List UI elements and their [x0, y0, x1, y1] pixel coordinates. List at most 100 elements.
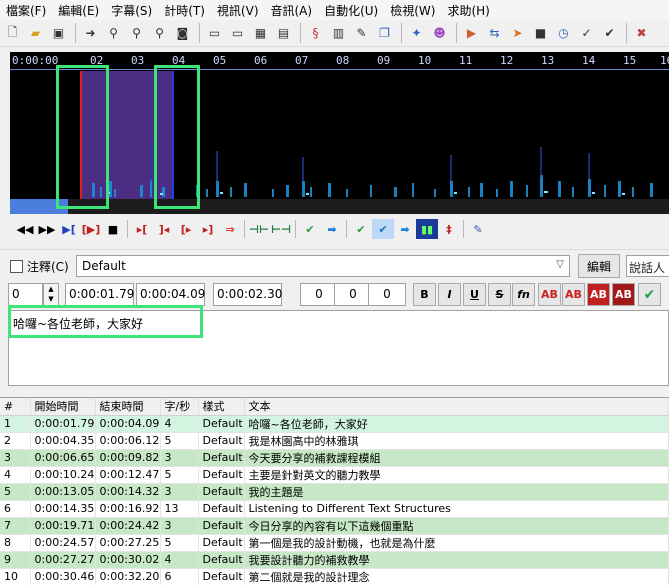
join-icon[interactable]: ⊢⊣ [270, 219, 292, 239]
strikeout-button[interactable]: S [488, 283, 511, 306]
forward-icon[interactable]: ▶▶ [36, 219, 58, 239]
save-icon[interactable]: ▣ [48, 23, 69, 44]
menu-subtitle[interactable]: 字幕(S) [105, 2, 158, 19]
attach-icon[interactable]: ✎ [351, 23, 372, 44]
new-file-icon[interactable]: 🗋 [2, 23, 23, 44]
tools-icon[interactable]: ✖ [631, 23, 652, 44]
row-cps: 4 [160, 415, 199, 433]
play-after-icon[interactable]: ▸] [197, 219, 219, 239]
video-grid-icon[interactable]: ▦ [250, 23, 271, 44]
shift-start-icon[interactable]: ⊣⊢ [248, 219, 270, 239]
fonts-icon[interactable]: ❐ [374, 23, 395, 44]
fish-icon[interactable]: ➤ [507, 23, 528, 44]
start-time-field[interactable]: 0:00:01.79 [65, 283, 134, 306]
primary-color-button[interactable]: AB [538, 283, 561, 306]
shadow-color-button[interactable]: AB [612, 283, 635, 306]
layer-field[interactable]: 0 [8, 283, 43, 306]
margin-vertical-field[interactable]: 0 [368, 283, 406, 306]
ruler-label: 14 [582, 54, 596, 67]
arrow-right-icon[interactable]: ➜ [80, 23, 101, 44]
spectrum-icon[interactable]: ▮▮ [416, 219, 438, 239]
goto-icon[interactable]: ◙ [172, 23, 193, 44]
commit-check-icon[interactable]: ✔ [638, 283, 661, 306]
menu-edit[interactable]: 編輯(E) [52, 2, 105, 19]
set-end-icon[interactable]: ]◂ [153, 219, 175, 239]
play-before-icon[interactable]: [▸ [175, 219, 197, 239]
menu-automation[interactable]: 自動化(U) [318, 2, 384, 19]
col-header-number[interactable]: # [0, 398, 31, 416]
table-row[interactable]: 4 0:00:10.24 0:00:12.47 5 Default 主要是針對英… [0, 466, 669, 484]
secondary-color-button[interactable]: AB [562, 283, 585, 306]
col-header-start[interactable]: 開始時間 [30, 398, 96, 416]
table-row[interactable]: 3 0:00:06.65 0:00:09.82 3 Default 今天要分享的… [0, 449, 669, 467]
duration-field[interactable]: 0:00:02.30 [213, 283, 282, 306]
row-style: Default [198, 551, 245, 569]
table-row[interactable]: 6 0:00:14.35 0:00:16.92 13 Default Liste… [0, 500, 669, 518]
clock-icon[interactable]: ◷ [553, 23, 574, 44]
table-row[interactable]: 5 0:00:13.05 0:00:14.32 3 Default 我的主題是 [0, 483, 669, 501]
col-header-text[interactable]: 文本 [244, 398, 669, 416]
auto-next-icon[interactable]: ➡ [394, 219, 416, 239]
style-dropdown[interactable]: Default ▽ [76, 255, 570, 277]
margin-left-field[interactable]: 0 [300, 283, 338, 306]
automation-icon[interactable]: ✦ [406, 23, 427, 44]
find-icon[interactable]: ⚲ [103, 23, 124, 44]
next-icon[interactable]: ➡ [321, 219, 343, 239]
menu-audio[interactable]: 音訊(A) [265, 2, 319, 19]
film-icon[interactable]: ▤ [273, 23, 294, 44]
italic-button[interactable]: I [438, 283, 461, 306]
bold-button[interactable]: B [413, 283, 436, 306]
stop-icon[interactable]: ■ [530, 23, 551, 44]
table-row[interactable]: 9 0:00:27.27 0:00:30.02 4 Default 我要設計聽力… [0, 551, 669, 569]
shift-times-icon[interactable]: ⇆ [484, 23, 505, 44]
col-header-end[interactable]: 結束時間 [95, 398, 161, 416]
monitor-icon[interactable]: ▭ [204, 23, 225, 44]
play-video-icon[interactable]: ▶ [461, 23, 482, 44]
pencil-icon[interactable]: ✎ [467, 219, 489, 239]
play-selection-icon[interactable]: [▶] [80, 219, 102, 239]
menu-timing[interactable]: 計時(T) [158, 2, 211, 19]
edit-style-button[interactable]: 編輯 [578, 254, 620, 278]
col-header-cps[interactable]: 字/秒 [160, 398, 199, 416]
menu-view[interactable]: 檢視(W) [384, 2, 441, 19]
next-line-icon[interactable]: ⇒ [219, 219, 241, 239]
spellcheck-icon[interactable]: ✓ [576, 23, 597, 44]
table-row[interactable]: 10 0:00:30.46 0:00:32.20 6 Default 第二個就是… [0, 568, 669, 585]
table-row[interactable]: 2 0:00:04.35 0:00:06.12 5 Default 我是林園高中… [0, 432, 669, 450]
find-next-icon[interactable]: ⚲ [126, 23, 147, 44]
set-start-icon[interactable]: ▸[ [131, 219, 153, 239]
properties-icon[interactable]: ▥ [328, 23, 349, 44]
monitor-icon[interactable]: ▭ [227, 23, 248, 44]
menu-help[interactable]: 求助(H) [441, 2, 495, 19]
outline-color-button[interactable]: AB [587, 283, 610, 306]
main-toolbar: 🗋 ▰ ▣ ➜ ⚲ ⚲ ⚲ ◙ ▭ ▭ ▦ ▤ § ▥ ✎ ❐ ✦ ☻ ▶ ⇆ … [0, 20, 669, 47]
table-row[interactable]: 8 0:00:24.57 0:00:27.25 5 Default 第一個是我的… [0, 534, 669, 552]
commit-icon[interactable]: ✔ [299, 219, 321, 239]
stop-icon[interactable]: ■ [102, 219, 124, 239]
row-start: 0:00:04.35 [30, 432, 96, 450]
actor-field[interactable]: 說話人 [626, 255, 669, 277]
auto-commit-active-icon[interactable]: ✔ [372, 219, 394, 239]
menu-video[interactable]: 視訊(V) [211, 2, 265, 19]
open-folder-icon[interactable]: ▰ [25, 23, 46, 44]
col-header-style[interactable]: 樣式 [198, 398, 245, 416]
table-row[interactable]: 7 0:00:19.71 0:00:24.42 3 Default 今日分享的內… [0, 517, 669, 535]
check-icon[interactable]: ✔ [599, 23, 620, 44]
rewind-icon[interactable]: ◀◀ [14, 219, 36, 239]
avatar-icon[interactable]: ☻ [429, 23, 450, 44]
menu-file[interactable]: 檔案(F) [0, 2, 52, 19]
table-row[interactable]: 1 0:00:01.79 0:00:04.09 4 Default 哈囉~各位老… [0, 415, 669, 433]
auto-commit-icon[interactable]: ✔ [350, 219, 372, 239]
replace-icon[interactable]: ⚲ [149, 23, 170, 44]
key-icon[interactable]: ‡ [438, 219, 460, 239]
play-line-icon[interactable]: ▶[ [58, 219, 80, 239]
row-start: 0:00:01.79 [30, 415, 96, 433]
comment-checkbox[interactable] [10, 260, 23, 273]
dictionary-icon[interactable]: § [305, 23, 326, 44]
end-time-field[interactable]: 0:00:04.09 [136, 283, 205, 306]
row-end: 0:00:24.42 [95, 517, 161, 535]
margin-right-field[interactable]: 0 [334, 283, 372, 306]
font-button[interactable]: fn [512, 283, 535, 306]
layer-spinner[interactable]: ▲ ▼ [43, 283, 59, 306]
underline-button[interactable]: U [463, 283, 486, 306]
